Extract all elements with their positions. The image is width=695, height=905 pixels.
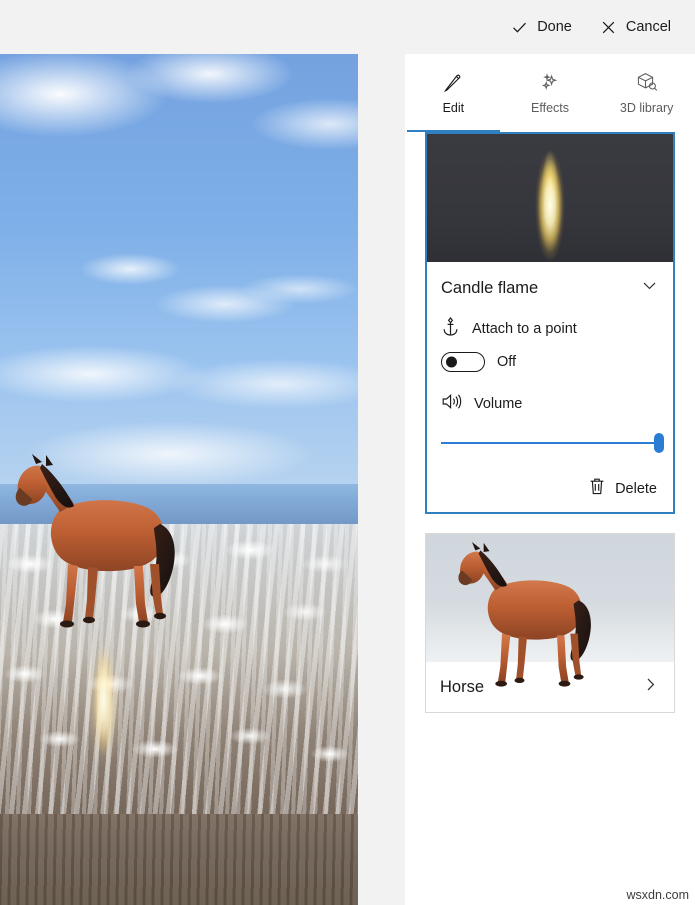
preview-foreground-ground bbox=[0, 814, 358, 905]
watermark: wsxdn.com bbox=[626, 888, 689, 902]
attach-toggle-state: Off bbox=[497, 354, 517, 370]
card-horse[interactable]: Horse bbox=[425, 533, 675, 713]
delete-button-label: Delete bbox=[615, 481, 657, 497]
edit-panel: Edit Effects 3D library Candle flame Att… bbox=[405, 54, 695, 905]
tab-effects-label: Effects bbox=[531, 100, 569, 115]
tab-edit-label: Edit bbox=[442, 100, 465, 115]
done-button-label: Done bbox=[537, 19, 572, 35]
done-button[interactable]: Done bbox=[497, 9, 586, 45]
delete-button[interactable]: Delete bbox=[427, 466, 673, 512]
trash-icon bbox=[588, 477, 606, 501]
check-icon bbox=[511, 19, 528, 36]
tab-edit[interactable]: Edit bbox=[405, 54, 502, 132]
tab-3d-library-label: 3D library bbox=[619, 101, 674, 115]
attach-to-point-label: Attach to a point bbox=[472, 321, 577, 337]
volume-slider-fill bbox=[441, 442, 659, 445]
card-candle-flame[interactable]: Candle flame Attach to a point Off Volum… bbox=[425, 132, 675, 514]
attach-to-point-row: Attach to a point bbox=[427, 316, 673, 342]
cancel-button-label: Cancel bbox=[625, 19, 671, 35]
top-command-bar: Done Cancel bbox=[0, 0, 695, 54]
scene-preview-canvas[interactable] bbox=[0, 54, 358, 905]
attach-toggle-row: Off bbox=[427, 352, 673, 372]
cube-search-icon bbox=[635, 71, 659, 94]
sparkles-icon bbox=[539, 72, 561, 94]
volume-slider-thumb[interactable] bbox=[654, 433, 664, 453]
volume-label: Volume bbox=[474, 396, 523, 412]
tab-3d-library[interactable]: 3D library bbox=[598, 54, 695, 132]
candle-flame-title: Candle flame bbox=[441, 278, 539, 297]
cancel-button[interactable]: Cancel bbox=[586, 9, 685, 45]
scene-candle-flame-effect[interactable] bbox=[72, 629, 136, 774]
horse-thumbnail-model bbox=[452, 542, 622, 692]
chevron-down-icon[interactable] bbox=[640, 276, 659, 300]
close-icon bbox=[600, 19, 617, 36]
pencil-icon bbox=[442, 72, 464, 94]
attach-toggle-switch[interactable] bbox=[441, 352, 485, 372]
toggle-knob bbox=[445, 356, 457, 368]
volume-row: Volume bbox=[427, 392, 673, 416]
horse-3d-model-thumbnail[interactable] bbox=[426, 534, 674, 687]
volume-slider[interactable] bbox=[427, 430, 673, 456]
app-window: Done Cancel Edit Effects 3D library Cand… bbox=[0, 0, 695, 905]
candle-flame-thumbnail[interactable] bbox=[427, 134, 673, 262]
anchor-icon bbox=[441, 316, 460, 342]
scene-horse-3d-model[interactable] bbox=[10, 454, 210, 634]
speaker-volume-icon bbox=[441, 392, 462, 416]
preview-sky bbox=[0, 54, 358, 492]
tab-effects[interactable]: Effects bbox=[502, 54, 599, 132]
effects-card-list: Candle flame Attach to a point Off Volum… bbox=[405, 132, 695, 713]
candle-flame-card-header[interactable]: Candle flame bbox=[427, 262, 673, 310]
panel-tab-bar: Edit Effects 3D library bbox=[405, 54, 695, 132]
chevron-right-icon[interactable] bbox=[641, 675, 660, 699]
